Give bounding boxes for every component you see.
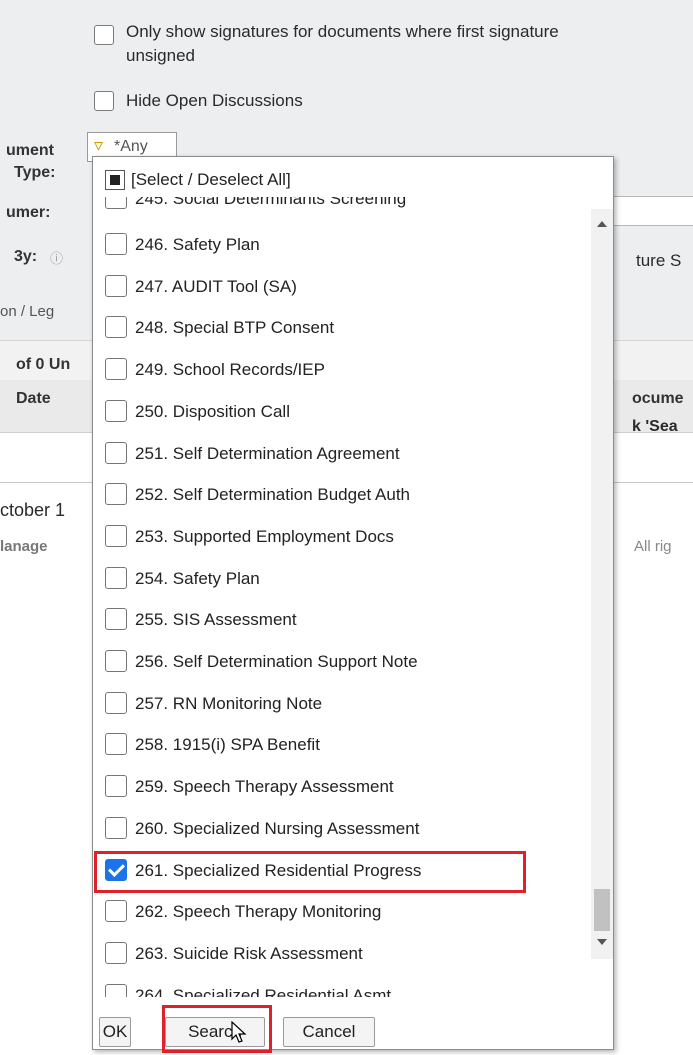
item-label: 253. Supported Employment Docs bbox=[135, 526, 394, 546]
item-label: 255. SIS Assessment bbox=[135, 610, 297, 630]
item-label: 264. Specialized Residential Asmt. bbox=[135, 985, 396, 997]
search-button-highlight bbox=[162, 1005, 272, 1053]
item-checkbox[interactable] bbox=[105, 233, 127, 255]
item-label: 257. RN Monitoring Note bbox=[135, 693, 323, 713]
item-label: 248. Special BTP Consent bbox=[135, 318, 335, 338]
info-icon: ⓘ bbox=[50, 251, 64, 266]
list-item[interactable]: 256. Self Determination Support Note bbox=[93, 648, 591, 676]
footer-date: ctober 1 bbox=[0, 500, 66, 520]
results-count: of 0 Un bbox=[16, 356, 71, 373]
document-type-label-line2: Type: bbox=[14, 164, 56, 181]
indeterminate-mark bbox=[110, 175, 120, 185]
list-item[interactable]: 264. Specialized Residential Asmt. bbox=[93, 982, 591, 997]
item-label: 251. Self Determination Agreement bbox=[135, 443, 400, 463]
document-type-dropdown: [Select / Deselect All] 245. Social Dete… bbox=[92, 156, 614, 1050]
item-checkbox[interactable] bbox=[105, 316, 127, 339]
item-label: 263. Suicide Risk Assessment bbox=[135, 943, 363, 963]
item-label: 246. Safety Plan bbox=[135, 235, 260, 254]
item-label: 256. Self Determination Support Note bbox=[135, 652, 418, 671]
list-item[interactable]: 252. Self Determination Budget Auth bbox=[93, 481, 591, 509]
list-item[interactable]: 258. 1915(i) SPA Benefit bbox=[93, 731, 591, 759]
item-checkbox[interactable] bbox=[105, 941, 127, 964]
list-item[interactable]: 248. Special BTP Consent bbox=[93, 314, 591, 342]
item-checkbox[interactable] bbox=[105, 650, 127, 672]
list-item[interactable]: 262. Speech Therapy Monitoring bbox=[93, 898, 591, 926]
item-checkbox[interactable] bbox=[105, 900, 127, 923]
list-item[interactable]: 247. AUDIT Tool (SA) bbox=[93, 273, 591, 301]
list-scrollbar[interactable] bbox=[591, 209, 613, 959]
item-checkbox[interactable] bbox=[105, 733, 127, 756]
item-label: 252. Self Determination Budget Auth bbox=[135, 485, 411, 505]
list-item[interactable]: 251. Self Determination Agreement bbox=[93, 440, 591, 468]
list-item[interactable]: 259. Speech Therapy Assessment bbox=[93, 773, 591, 801]
item-label: 249. School Records/IEP bbox=[135, 360, 325, 380]
footer-rights: All rig bbox=[634, 538, 672, 555]
consumer-field[interactable] bbox=[612, 196, 693, 226]
item-checkbox[interactable] bbox=[105, 566, 127, 589]
item-checkbox[interactable] bbox=[105, 274, 127, 297]
document-type-label-line1: ument bbox=[6, 142, 54, 159]
by-label: 3y: bbox=[14, 248, 38, 265]
ok-button[interactable]: OK bbox=[99, 1017, 131, 1047]
list-item[interactable]: 246. Safety Plan bbox=[93, 231, 591, 259]
hide-open-discussions-label: Hide Open Discussions bbox=[126, 91, 303, 110]
select-all-label: [Select / Deselect All] bbox=[131, 170, 291, 189]
list-item[interactable]: 255. SIS Assessment bbox=[93, 606, 591, 634]
item-label: 254. Safety Plan bbox=[135, 568, 260, 588]
item-checkbox[interactable] bbox=[105, 524, 127, 547]
only-first-signature-checkbox[interactable] bbox=[94, 25, 114, 45]
select-all-row[interactable]: [Select / Deselect All] bbox=[93, 167, 593, 193]
item-checkbox[interactable] bbox=[105, 691, 127, 714]
item-checkbox[interactable] bbox=[105, 399, 127, 422]
item-label: 259. Speech Therapy Assessment bbox=[135, 777, 394, 797]
only-first-signature-label-line2: unsigned bbox=[126, 46, 196, 65]
search-hint-text: k 'Sea bbox=[632, 418, 678, 435]
footer-company: lanage bbox=[0, 538, 48, 555]
funnel-icon: ▿ bbox=[94, 135, 104, 155]
item-checkbox[interactable] bbox=[105, 775, 127, 798]
item-checkbox[interactable] bbox=[105, 816, 127, 839]
list-item[interactable]: 249. School Records/IEP bbox=[93, 356, 591, 384]
list-item[interactable]: 253. Supported Employment Docs bbox=[93, 523, 591, 551]
item-checkbox[interactable] bbox=[105, 608, 127, 631]
item-label: 258. 1915(i) SPA Benefit bbox=[135, 735, 320, 755]
document-column-header: ocume bbox=[632, 390, 684, 407]
date-column-header: Date bbox=[16, 390, 51, 407]
item-label: 260. Specialized Nursing Assessment bbox=[135, 818, 420, 838]
list-item-partial[interactable]: 245. Social Determinants Screening bbox=[93, 197, 591, 211]
signature-status-label-fragment: ture S bbox=[636, 251, 682, 270]
item-checkbox[interactable] bbox=[105, 441, 127, 464]
list-item[interactable]: 250. Disposition Call bbox=[93, 398, 591, 426]
consumer-label: umer: bbox=[6, 204, 51, 221]
item-checkbox[interactable] bbox=[105, 197, 127, 209]
document-type-value: *Any bbox=[114, 138, 148, 155]
list-item[interactable]: 263. Suicide Risk Assessment bbox=[93, 940, 591, 968]
hide-open-discussions-checkbox[interactable] bbox=[94, 91, 114, 111]
item-label: 262. Speech Therapy Monitoring bbox=[135, 902, 382, 922]
scroll-down-arrow-icon[interactable] bbox=[597, 939, 607, 945]
list-item[interactable]: 260. Specialized Nursing Assessment bbox=[93, 815, 591, 843]
item-label: 247. AUDIT Tool (SA) bbox=[135, 276, 297, 296]
only-first-signature-label-line1: Only show signatures for documents where… bbox=[126, 22, 559, 41]
scroll-up-arrow-icon[interactable] bbox=[597, 221, 607, 227]
location-label-fragment: on / Leg bbox=[0, 303, 55, 320]
item-label: 250. Disposition Call bbox=[135, 401, 290, 421]
item-checkbox[interactable] bbox=[105, 483, 127, 506]
cancel-button[interactable]: Cancel bbox=[283, 1017, 375, 1047]
select-all-checkbox[interactable] bbox=[105, 170, 125, 190]
list-item[interactable]: 257. RN Monitoring Note bbox=[93, 690, 591, 718]
scroll-thumb[interactable] bbox=[594, 889, 610, 931]
selected-item-highlight bbox=[94, 851, 526, 893]
item-checkbox[interactable] bbox=[105, 358, 127, 381]
item-label: 245. Social Determinants Screening bbox=[135, 197, 407, 208]
list-item[interactable]: 254. Safety Plan bbox=[93, 565, 591, 593]
item-checkbox[interactable] bbox=[105, 983, 127, 997]
